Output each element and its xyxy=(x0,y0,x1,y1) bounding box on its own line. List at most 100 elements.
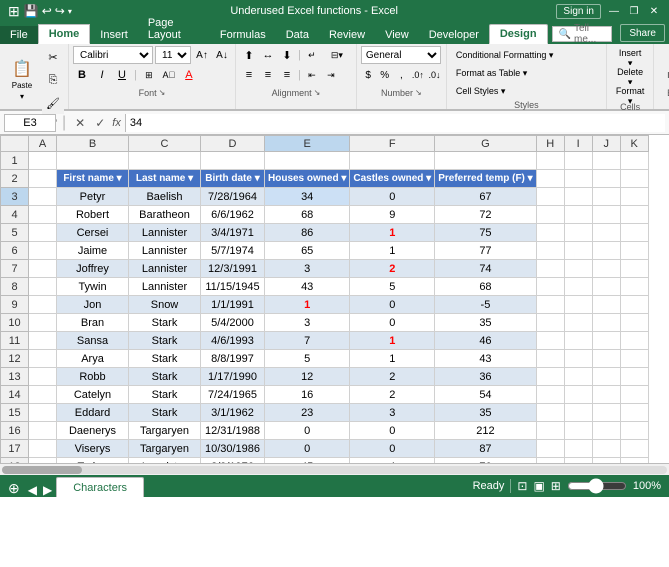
cell-B1[interactable] xyxy=(57,152,129,170)
cell-H11[interactable] xyxy=(536,332,564,350)
col-header-E[interactable]: E xyxy=(265,136,350,152)
cell-I15[interactable] xyxy=(564,404,592,422)
scroll-tabs-left-btn[interactable]: ◀ xyxy=(26,483,39,497)
cell-K3[interactable] xyxy=(620,188,648,206)
cell-I13[interactable] xyxy=(564,368,592,386)
cell-G6[interactable]: 77 xyxy=(435,242,536,260)
col-header-B[interactable]: B xyxy=(57,136,129,152)
cell-F10[interactable]: 0 xyxy=(350,314,435,332)
decrease-indent-btn[interactable]: ⇤ xyxy=(303,66,321,84)
cell-G13[interactable]: 36 xyxy=(435,368,536,386)
cell-C10[interactable]: Stark xyxy=(129,314,201,332)
cell-E3[interactable]: 34 xyxy=(265,188,350,206)
col-header-D[interactable]: D xyxy=(201,136,265,152)
cell-H5[interactable] xyxy=(536,224,564,242)
cell-I14[interactable] xyxy=(564,386,592,404)
cell-K10[interactable] xyxy=(620,314,648,332)
page-break-view-btn[interactable]: ⊞ xyxy=(551,479,561,493)
cell-C1[interactable] xyxy=(129,152,201,170)
cell-K6[interactable] xyxy=(620,242,648,260)
cell-D17[interactable]: 10/30/1986 xyxy=(201,440,265,458)
cell-D7[interactable]: 12/3/1991 xyxy=(201,260,265,278)
cell-K11[interactable] xyxy=(620,332,648,350)
cell-H3[interactable] xyxy=(536,188,564,206)
row-header-13[interactable]: 13 xyxy=(1,368,29,386)
tab-view[interactable]: View xyxy=(375,26,419,44)
cell-K1[interactable] xyxy=(620,152,648,170)
cell-B17[interactable]: Viserys xyxy=(57,440,129,458)
close-button[interactable]: ✕ xyxy=(647,4,661,18)
increase-indent-btn[interactable]: ⇥ xyxy=(322,66,340,84)
cell-B11[interactable]: Sansa xyxy=(57,332,129,350)
cell-C4[interactable]: Baratheon xyxy=(129,206,201,224)
wrap-text-btn[interactable]: ↵ xyxy=(303,46,321,64)
cell-F11[interactable]: 1 xyxy=(350,332,435,350)
cell-I17[interactable] xyxy=(564,440,592,458)
cell-G7[interactable]: 74 xyxy=(435,260,536,278)
cell-H2[interactable] xyxy=(536,170,564,188)
cell-F6[interactable]: 1 xyxy=(350,242,435,260)
save-quick-btn[interactable]: 💾 xyxy=(24,4,39,18)
cell-I8[interactable] xyxy=(564,278,592,296)
format-as-table-btn[interactable]: Format as Table ▾ xyxy=(451,64,532,82)
percent-btn[interactable]: % xyxy=(377,66,392,84)
cell-H15[interactable] xyxy=(536,404,564,422)
tab-file[interactable]: File xyxy=(0,26,38,44)
cell-D9[interactable]: 1/1/1991 xyxy=(201,296,265,314)
cell-E5[interactable]: 86 xyxy=(265,224,350,242)
cell-D3[interactable]: 7/28/1964 xyxy=(201,188,265,206)
cell-B12[interactable]: Arya xyxy=(57,350,129,368)
cell-D1[interactable] xyxy=(201,152,265,170)
cell-J13[interactable] xyxy=(592,368,620,386)
cell-D15[interactable]: 3/1/1962 xyxy=(201,404,265,422)
col-header-C[interactable]: C xyxy=(129,136,201,152)
row-header-1[interactable]: 1 xyxy=(1,152,29,170)
sheet-tab-characters[interactable]: Characters xyxy=(56,477,144,497)
cell-E2[interactable]: Houses owned ▾ xyxy=(265,170,350,188)
cell-K8[interactable] xyxy=(620,278,648,296)
cell-H17[interactable] xyxy=(536,440,564,458)
cell-A16[interactable] xyxy=(29,422,57,440)
cell-G4[interactable]: 72 xyxy=(435,206,536,224)
cell-B2[interactable]: First name ▾ xyxy=(57,170,129,188)
cell-I2[interactable] xyxy=(564,170,592,188)
align-middle-btn[interactable]: ↔ xyxy=(259,46,277,64)
col-header-A[interactable]: A xyxy=(29,136,57,152)
tell-me-input[interactable]: 🔍 Tell me... xyxy=(552,26,613,42)
cell-J3[interactable] xyxy=(592,188,620,206)
format-painter-button[interactable]: 🖌 xyxy=(42,92,64,114)
cell-F12[interactable]: 1 xyxy=(350,350,435,368)
cell-E12[interactable]: 5 xyxy=(265,350,350,368)
cell-H13[interactable] xyxy=(536,368,564,386)
redo-quick-btn[interactable]: ↪ xyxy=(55,4,65,18)
col-header-H[interactable]: H xyxy=(536,136,564,152)
cell-G9[interactable]: -5 xyxy=(435,296,536,314)
cell-I7[interactable] xyxy=(564,260,592,278)
cell-A3[interactable] xyxy=(29,188,57,206)
cell-A7[interactable] xyxy=(29,260,57,278)
tab-insert[interactable]: Insert xyxy=(90,26,138,44)
cell-C11[interactable]: Stark xyxy=(129,332,201,350)
decrease-decimal-btn[interactable]: .0↓ xyxy=(427,66,442,84)
cell-F3[interactable]: 0 xyxy=(350,188,435,206)
cell-I3[interactable] xyxy=(564,188,592,206)
tab-design[interactable]: Design xyxy=(489,24,548,44)
cell-I11[interactable] xyxy=(564,332,592,350)
cell-G16[interactable]: 212 xyxy=(435,422,536,440)
add-sheet-btn[interactable]: ⊕ xyxy=(4,480,24,497)
cell-J10[interactable] xyxy=(592,314,620,332)
delete-cells-btn[interactable]: Delete ▾ xyxy=(611,65,650,83)
accounting-format-btn[interactable]: $ xyxy=(361,66,376,84)
cell-D10[interactable]: 5/4/2000 xyxy=(201,314,265,332)
cell-I6[interactable] xyxy=(564,242,592,260)
cell-styles-btn[interactable]: Cell Styles ▾ xyxy=(451,82,511,100)
cell-B3[interactable]: Petyr xyxy=(57,188,129,206)
cell-B4[interactable]: Robert xyxy=(57,206,129,224)
tab-home[interactable]: Home xyxy=(38,24,91,44)
cell-A15[interactable] xyxy=(29,404,57,422)
row-header-16[interactable]: 16 xyxy=(1,422,29,440)
cell-J7[interactable] xyxy=(592,260,620,278)
cell-F7[interactable]: 2 xyxy=(350,260,435,278)
cell-H4[interactable] xyxy=(536,206,564,224)
increase-font-btn[interactable]: A↑ xyxy=(193,46,211,64)
